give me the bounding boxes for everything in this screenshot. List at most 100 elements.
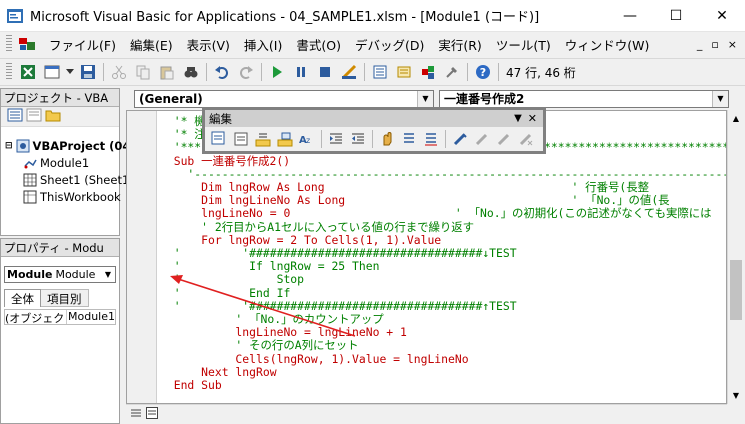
view-code-icon[interactable]: [7, 108, 23, 125]
code-line[interactable]: ' Stop: [160, 273, 304, 286]
save-icon[interactable]: [78, 62, 98, 82]
next-bookmark-icon[interactable]: [471, 129, 493, 149]
menu-edit[interactable]: 編集(E): [123, 35, 180, 54]
code-line[interactable]: Dim lngRow As Long ' 行番号(長整: [160, 181, 649, 194]
full-module-view-icon[interactable]: [146, 407, 158, 422]
tab-category[interactable]: 項目別: [41, 289, 89, 307]
list-properties-icon[interactable]: [208, 129, 230, 149]
tree-item-thisworkbook[interactable]: ThisWorkbook: [23, 190, 121, 204]
maximize-button[interactable]: ☐: [653, 0, 699, 32]
view-object-icon[interactable]: [26, 108, 42, 125]
menu-insert[interactable]: 挿入(I): [237, 35, 289, 54]
menu-window[interactable]: ウィンドウ(W): [558, 35, 657, 54]
tree-item-module1[interactable]: Module1: [23, 156, 89, 170]
clear-bookmarks-icon[interactable]: [515, 129, 537, 149]
close-button[interactable]: ✕: [699, 0, 745, 32]
cut-icon[interactable]: [109, 62, 129, 82]
properties-window-icon[interactable]: [394, 62, 414, 82]
minimize-button[interactable]: —: [607, 0, 653, 32]
code-line[interactable]: ' End If: [160, 286, 291, 300]
project-explorer-icon[interactable]: [370, 62, 390, 82]
copy-icon[interactable]: [133, 62, 153, 82]
menu-run[interactable]: 実行(R): [431, 35, 488, 54]
chevron-down-icon[interactable]: ▼: [417, 91, 433, 107]
menu-debug[interactable]: デバッグ(D): [348, 35, 431, 54]
code-line[interactable]: ' 2行目からA1セルに入っている値の行まで繰り返す: [160, 220, 474, 234]
close-icon[interactable]: ✕: [528, 112, 537, 125]
menu-file[interactable]: ファイル(F): [42, 35, 123, 54]
code-line[interactable]: End Sub: [160, 379, 222, 392]
menu-view[interactable]: 表示(V): [180, 35, 237, 54]
quick-info-icon[interactable]: [252, 129, 274, 149]
code-line[interactable]: '---------------------------------------…: [160, 167, 726, 181]
previous-bookmark-icon[interactable]: [493, 129, 515, 149]
code-line[interactable]: lngLineNo = lngLineNo + 1: [160, 326, 406, 339]
design-mode-icon[interactable]: [339, 62, 359, 82]
scroll-up-icon[interactable]: ▲: [728, 110, 744, 127]
code-editor[interactable]: '* 機能 '* 注意 '***************************…: [126, 110, 727, 404]
property-row[interactable]: (オブジェクト Module1: [4, 309, 116, 325]
breakpoint-margin[interactable]: [127, 111, 157, 403]
mdi-minimize-button[interactable]: _: [697, 38, 703, 51]
tree-item-sheet1[interactable]: Sheet1 (Sheet1): [23, 173, 134, 187]
pause-icon[interactable]: [291, 62, 311, 82]
run-icon[interactable]: [267, 62, 287, 82]
chevron-down-icon[interactable]: ▼: [101, 270, 115, 279]
collapse-icon[interactable]: ⊟: [5, 141, 13, 151]
edit-toolbar[interactable]: 編集 ▼ ✕ Az: [202, 107, 546, 154]
uncomment-block-icon[interactable]: [420, 129, 442, 149]
scrollbar-thumb[interactable]: [730, 260, 742, 320]
undo-icon[interactable]: [212, 62, 232, 82]
find-icon[interactable]: [181, 62, 201, 82]
toolbar-options-icon[interactable]: ▼: [514, 113, 522, 124]
help-icon[interactable]: ?: [473, 62, 493, 82]
code-line[interactable]: ' '##################################↓TE…: [160, 247, 517, 260]
scroll-down-icon[interactable]: ▼: [728, 387, 744, 404]
outdent-icon[interactable]: [347, 129, 369, 149]
code-line[interactable]: Dim lngLineNo As Long ' 「No.」の値(長: [160, 194, 669, 207]
mdi-restore-button[interactable]: ▫: [711, 38, 718, 51]
procedure-view-icon[interactable]: [130, 407, 142, 422]
code-line[interactable]: ' If lngRow = 25 Then: [160, 260, 380, 273]
object-select[interactable]: Module Module ▼: [4, 266, 116, 283]
list-constants-icon[interactable]: [230, 129, 252, 149]
insert-userform-icon[interactable]: [42, 62, 62, 82]
code-line[interactable]: Cells(lngRow, 1).Value = lngLineNo: [160, 352, 468, 366]
tree-item-project-root[interactable]: ⊟ VBAProject (04_: [5, 139, 136, 153]
paste-icon[interactable]: [157, 62, 177, 82]
toolbar-grip[interactable]: [6, 63, 12, 81]
toggle-breakpoint-icon[interactable]: [376, 129, 398, 149]
tab-all[interactable]: 全体: [4, 289, 41, 307]
menu-grip[interactable]: [6, 35, 12, 53]
object-browser-icon[interactable]: [418, 62, 438, 82]
toggle-folders-icon[interactable]: [45, 108, 61, 125]
procedure-combo[interactable]: 一連番号作成2 ▼: [439, 90, 729, 108]
redo-icon[interactable]: [236, 62, 256, 82]
excel-icon[interactable]: [18, 62, 38, 82]
complete-word-icon[interactable]: Az: [296, 129, 318, 149]
horizontal-scrollbar[interactable]: [126, 404, 727, 422]
object-combo[interactable]: (General) ▼: [134, 90, 434, 108]
parameter-info-icon[interactable]: [274, 129, 296, 149]
mdi-close-button[interactable]: ×: [728, 38, 737, 51]
comment-block-icon[interactable]: [398, 129, 420, 149]
code-line[interactable]: lngLineNo = 0 ' 「No.」の初期化(この記述がなくても実際には: [160, 207, 711, 220]
code-line[interactable]: For lngRow = 2 To Cells(1, 1).Value: [160, 233, 441, 247]
code-line[interactable]: ' 「No.」のカウントアップ: [160, 313, 383, 326]
menu-format[interactable]: 書式(O): [289, 35, 348, 54]
module-icon[interactable]: [16, 34, 38, 54]
dropdown-arrow-icon[interactable]: [66, 62, 74, 82]
code-line[interactable]: Next lngRow: [160, 365, 276, 379]
code-line[interactable]: ' その行のA列にセット: [160, 339, 358, 352]
code-line[interactable]: ' '##################################↑TE…: [160, 299, 517, 313]
edit-toolbar-header[interactable]: 編集 ▼ ✕: [205, 110, 543, 127]
chevron-down-icon[interactable]: ▼: [712, 91, 728, 107]
indent-icon[interactable]: [325, 129, 347, 149]
vba-app-icon: [7, 8, 23, 23]
toolbox-icon[interactable]: [442, 62, 462, 82]
toggle-bookmark-icon[interactable]: [449, 129, 471, 149]
vertical-scrollbar[interactable]: ▲ ▼: [727, 110, 744, 404]
menu-tools[interactable]: ツール(T): [489, 35, 558, 54]
code-line[interactable]: Sub 一連番号作成2(): [160, 154, 290, 168]
reset-icon[interactable]: [315, 62, 335, 82]
